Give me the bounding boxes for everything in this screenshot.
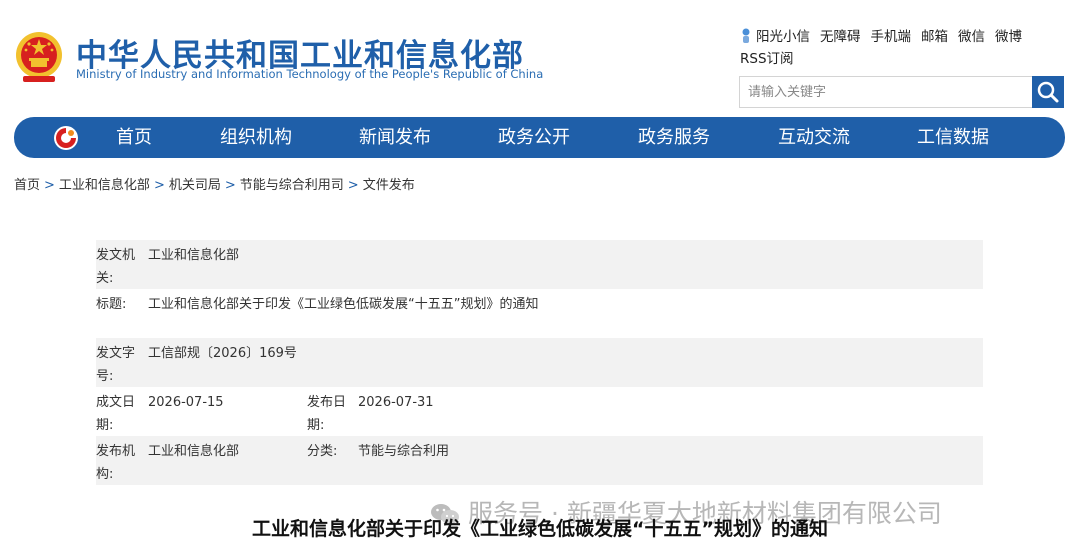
category-value: 节能与综合利用: [358, 444, 450, 459]
breadcrumb-separator: >: [153, 178, 165, 193]
published-label: 发布日期:: [307, 395, 347, 433]
info-row-issuer: 发文机关: 工业和信息化部: [96, 240, 983, 289]
link-yangguang[interactable]: 阳光小信: [740, 28, 810, 45]
breadcrumb-home[interactable]: 首页: [14, 178, 40, 193]
created-value: 2026-07-15: [148, 395, 224, 410]
breadcrumb-separator: >: [347, 178, 359, 193]
info-row-docno: 发文字号: 工信部规〔2026〕169号: [96, 338, 983, 387]
nav-interaction[interactable]: 互动交流: [778, 117, 850, 158]
publisher-value: 工业和信息化部: [148, 444, 240, 459]
nav-organization[interactable]: 组织机构: [220, 117, 292, 158]
link-accessibility[interactable]: 无障碍: [820, 29, 861, 45]
link-mobile[interactable]: 手机端: [871, 29, 912, 45]
breadcrumb-ministry[interactable]: 工业和信息化部: [59, 178, 150, 193]
category-label: 分类:: [307, 444, 338, 459]
docno-label: 发文字号:: [96, 346, 136, 384]
link-weibo[interactable]: 微博: [995, 29, 1022, 45]
link-email[interactable]: 邮箱: [921, 29, 948, 45]
created-label: 成文日期:: [96, 395, 136, 433]
breadcrumb: 首页 > 工业和信息化部 > 机关司局 > 节能与综合利用司 > 文件发布: [14, 174, 415, 193]
published-value: 2026-07-31: [358, 395, 434, 410]
link-wechat[interactable]: 微信: [958, 29, 985, 45]
breadcrumb-separator: >: [44, 178, 55, 193]
title-label: 标题:: [96, 297, 127, 312]
site-title-english: Ministry of Industry and Information Tec…: [76, 67, 544, 81]
info-row-publisher: 发布机构: 工业和信息化部 分类: 节能与综合利用: [96, 436, 983, 485]
breadcrumb-departments[interactable]: 机关司局: [169, 178, 221, 193]
nav-government-services[interactable]: 政务服务: [638, 117, 710, 158]
nav-home[interactable]: 首页: [116, 117, 152, 158]
breadcrumb-energy-saving-dept[interactable]: 节能与综合利用司: [240, 178, 344, 193]
publisher-label: 发布机构:: [96, 444, 136, 482]
search-input[interactable]: [739, 76, 1033, 108]
title-value: 工业和信息化部关于印发《工业绿色低碳发展“十五五”规划》的通知: [148, 297, 539, 312]
docno-value: 工信部规〔2026〕169号: [148, 346, 297, 361]
nav-government-affairs[interactable]: 政务公开: [498, 117, 570, 158]
issuer-value: 工业和信息化部: [148, 248, 240, 263]
mascot-icon: [742, 28, 750, 43]
nav-data[interactable]: 工信数据: [917, 117, 989, 158]
document-info-table: 发文机关: 工业和信息化部 标题: 工业和信息化部关于印发《工业绿色低碳发展“十…: [96, 240, 983, 485]
breadcrumb-documents[interactable]: 文件发布: [363, 178, 415, 193]
info-row-title: 标题: 工业和信息化部关于印发《工业绿色低碳发展“十五五”规划》的通知: [96, 289, 983, 338]
ministry-logo-icon: [54, 126, 78, 150]
top-links: 阳光小信 无障碍 手机端 邮箱 微信 微博 RSS订阅: [740, 26, 1070, 70]
nav-news[interactable]: 新闻发布: [359, 117, 431, 158]
breadcrumb-separator: >: [224, 178, 236, 193]
article-title: 工业和信息化部关于印发《工业绿色低碳发展“十五五”规划》的通知: [252, 518, 828, 540]
search-icon: [1037, 81, 1059, 103]
national-emblem-icon: [16, 32, 62, 82]
info-row-dates: 成文日期: 2026-07-15 发布日期: 2026-07-31: [96, 387, 983, 436]
search-button[interactable]: [1032, 76, 1064, 108]
link-rss[interactable]: RSS订阅: [740, 51, 794, 67]
issuer-label: 发文机关:: [96, 248, 136, 286]
